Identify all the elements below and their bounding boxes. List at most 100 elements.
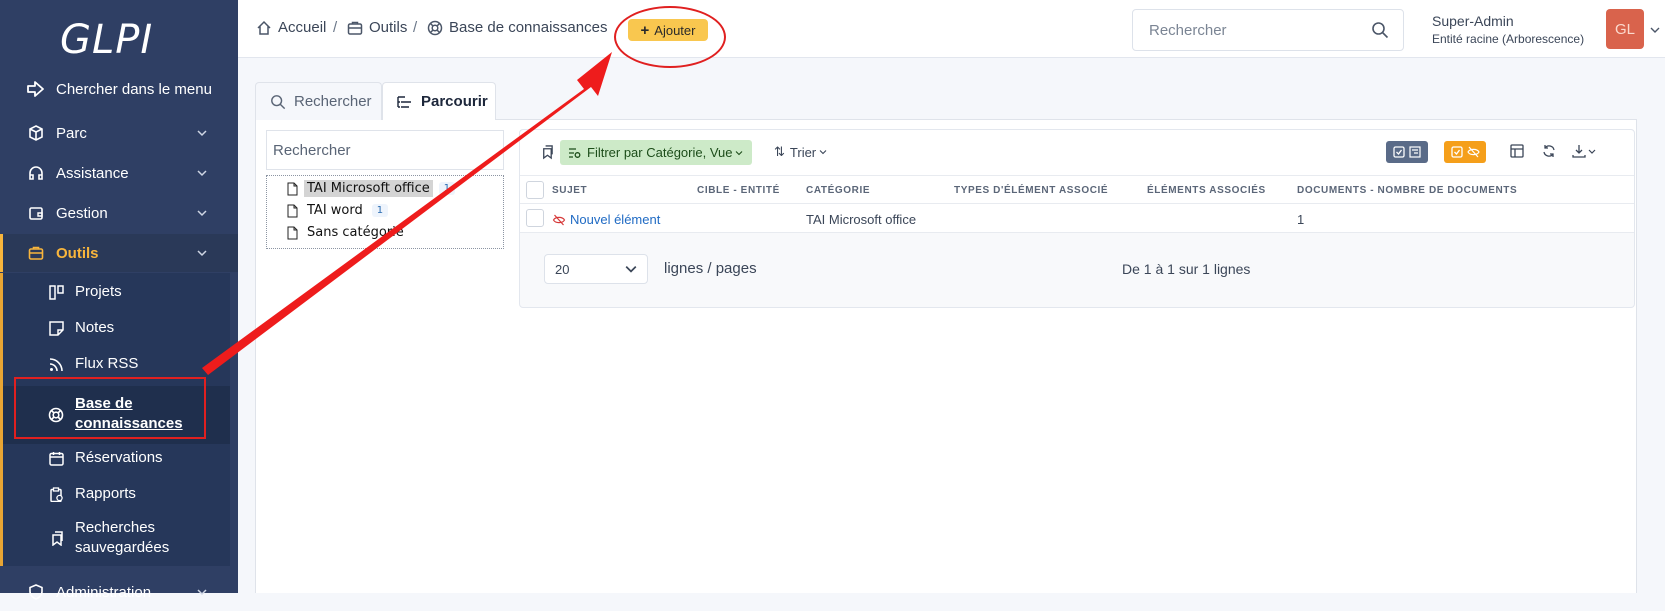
- tree-item-label: Sans catégorie: [307, 225, 404, 240]
- table-header: SUJET CIBLE - ENTITÉ CATÉGORIE TYPES D'É…: [520, 176, 1634, 204]
- menu-item-parc[interactable]: Parc: [0, 114, 238, 152]
- headset-icon: [26, 163, 46, 183]
- document-icon: [287, 182, 298, 196]
- hide-checkbox-button[interactable]: [1444, 141, 1486, 163]
- download-icon[interactable]: [1572, 143, 1596, 159]
- submenu-item-saved-searches[interactable]: Recherches sauvegardées: [3, 518, 230, 560]
- submenu-label: Projets: [75, 283, 122, 300]
- refresh-icon[interactable]: [1542, 144, 1556, 158]
- tree-item[interactable]: TAI Microsoft office 1: [287, 180, 456, 197]
- glpi-logo[interactable]: GLPI: [60, 14, 180, 66]
- chevron-down-icon: [197, 170, 207, 177]
- chevron-down-icon: [197, 130, 207, 137]
- sidebar: GLPI Chercher dans le menu Parc Assistan…: [0, 0, 238, 601]
- document-icon: [287, 204, 298, 218]
- menu-search[interactable]: Chercher dans le menu: [0, 70, 238, 108]
- submenu-item-rss[interactable]: Flux RSS: [3, 354, 230, 376]
- annotation-circle: [614, 6, 726, 68]
- menu-label: Assistance: [56, 164, 129, 182]
- column-header[interactable]: CIBLE - ENTITÉ: [697, 185, 780, 196]
- tab-browse[interactable]: Parcourir: [382, 82, 496, 120]
- breadcrumb-separator: /: [413, 19, 418, 36]
- row-checkbox[interactable]: [526, 209, 544, 227]
- menu-label: Gestion: [56, 204, 108, 222]
- checkbox-icon: [1450, 146, 1463, 158]
- wallet-icon: [26, 203, 46, 223]
- filter-icon: [568, 147, 581, 159]
- filter-button[interactable]: Filtrer par Catégorie, Vue: [560, 140, 752, 165]
- select-all-checkbox[interactable]: [526, 181, 544, 199]
- submenu-item-projets[interactable]: Projets: [3, 282, 230, 304]
- search-icon: [1372, 22, 1389, 39]
- breadcrumb-knowledge-base[interactable]: Base de connaissances: [427, 19, 607, 36]
- briefcase-icon: [26, 243, 46, 263]
- chevron-down-icon: [197, 589, 207, 596]
- filter-label: Filtrer par Catégorie, Vue: [587, 145, 733, 160]
- eye-off-icon: [1466, 146, 1480, 158]
- menu-search-label: Chercher dans le menu: [56, 80, 212, 98]
- chevron-down-icon: [625, 266, 637, 273]
- table-view-icon[interactable]: [1510, 144, 1524, 158]
- briefcase-icon: [347, 20, 363, 36]
- columns-icon: [47, 283, 65, 301]
- global-search-input[interactable]: Rechercher: [1132, 9, 1404, 51]
- search-placeholder: Rechercher: [1149, 21, 1227, 39]
- submenu-label: Recherches: [75, 519, 156, 536]
- sort-icon: ⇅: [774, 144, 785, 159]
- submenu-item-notes[interactable]: Notes: [3, 318, 230, 340]
- breadcrumb-tools[interactable]: Outils: [347, 19, 407, 36]
- results-toolbar: Filtrer par Catégorie, Vue ⇅ Trier: [520, 130, 1634, 176]
- menu-label: Outils: [56, 244, 99, 262]
- submenu-label: sauvegardées: [75, 539, 170, 556]
- tree-item[interactable]: TAI word 1: [287, 202, 389, 219]
- subject-link[interactable]: Nouvel élément: [552, 212, 660, 227]
- results-card: Filtrer par Catégorie, Vue ⇅ Trier SUJET: [519, 129, 1635, 308]
- column-header[interactable]: DOCUMENTS - NOMBRE DE DOCUMENTS: [1297, 185, 1517, 196]
- menu-label: Administration: [56, 583, 152, 601]
- subject-label: Nouvel élément: [570, 212, 661, 227]
- sort-button[interactable]: ⇅ Trier: [774, 144, 827, 160]
- tree-item-label: TAI Microsoft office: [304, 180, 433, 197]
- pagination-info: De 1 à 1 sur 1 lignes: [1122, 261, 1251, 277]
- column-header[interactable]: ÉLÉMENTS ASSOCIÉS: [1147, 185, 1266, 196]
- tree-item-label: TAI word: [307, 203, 363, 218]
- breadcrumb-label: Base de connaissances: [449, 19, 608, 36]
- menu-label: Parc: [56, 124, 87, 142]
- bookmark-icon: [47, 529, 65, 547]
- tab-search[interactable]: Rechercher: [255, 82, 382, 120]
- menu-item-outils[interactable]: Outils: [0, 234, 238, 272]
- breadcrumb-home[interactable]: Accueil: [256, 19, 326, 36]
- massive-actions-button[interactable]: [1386, 141, 1428, 163]
- column-header[interactable]: SUJET: [552, 185, 587, 196]
- cell-documents: 1: [1297, 212, 1305, 227]
- chevron-down-icon: [819, 150, 827, 155]
- calendar-icon: [47, 449, 65, 467]
- list-tree-icon: [397, 95, 413, 109]
- tree-item[interactable]: Sans catégorie: [287, 224, 407, 241]
- submenu-label: Réservations: [75, 449, 163, 466]
- user-name[interactable]: Super-Admin: [1432, 13, 1514, 29]
- home-icon: [256, 20, 272, 36]
- per-page-label: lignes / pages: [664, 260, 757, 277]
- per-page-value: 20: [555, 262, 570, 277]
- checkbox-icon: [1393, 146, 1405, 158]
- user-entity[interactable]: Entité racine (Arborescence): [1432, 32, 1584, 46]
- menu-item-gestion[interactable]: Gestion: [0, 194, 238, 232]
- avatar[interactable]: GL: [1606, 9, 1644, 49]
- column-header[interactable]: TYPES D'ÉLÉMENT ASSOCIÉ: [954, 185, 1108, 196]
- submenu-label: Flux RSS: [75, 355, 139, 372]
- submenu-label-group: Recherches sauvegardées: [75, 518, 169, 558]
- chevron-down-icon[interactable]: [1650, 26, 1660, 34]
- annotation-highlight-box: [14, 377, 206, 439]
- menu-item-administration[interactable]: Administration: [0, 573, 238, 611]
- bookmark-icon[interactable]: [540, 144, 554, 160]
- per-page-select[interactable]: 20: [544, 254, 648, 284]
- submenu-item-reservations[interactable]: Réservations: [3, 448, 230, 470]
- column-header[interactable]: CATÉGORIE: [806, 185, 870, 196]
- document-icon: [287, 226, 298, 240]
- submenu-item-rapports[interactable]: Rapports: [3, 484, 230, 506]
- eye-off-icon: [552, 214, 566, 225]
- menu-item-assistance[interactable]: Assistance: [0, 154, 238, 192]
- tree-search-placeholder: Rechercher: [273, 142, 351, 159]
- tree-search-input[interactable]: Rechercher: [266, 130, 504, 170]
